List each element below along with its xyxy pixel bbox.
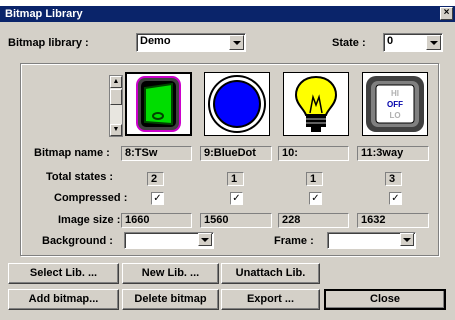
compressed-checkbox[interactable]: ✓ [309, 192, 322, 205]
scroll-thumb[interactable] [110, 89, 122, 105]
compressed-checkbox[interactable]: ✓ [230, 192, 243, 205]
delete-bitmap-button[interactable]: Delete bitmap [122, 289, 219, 310]
compressed-checkbox[interactable]: ✓ [389, 192, 402, 205]
toggle-switch-icon [136, 76, 181, 132]
light-bulb-icon [294, 75, 338, 132]
scroll-down-icon[interactable]: ▼ [110, 124, 122, 136]
image-size-label: Image size : [58, 214, 121, 226]
frame-color-select[interactable] [327, 232, 416, 249]
export-button[interactable]: Export ... [221, 289, 320, 310]
three-way-switch-icon: HI OFF LO [366, 76, 424, 132]
new-lib-button[interactable]: New Lib. ... [122, 263, 219, 284]
chevron-down-icon[interactable] [229, 35, 244, 50]
image-size-value: 228 [278, 213, 349, 228]
compressed-label: Compressed : [54, 192, 128, 204]
background-color-select[interactable] [124, 232, 214, 249]
library-label: Bitmap library : [8, 37, 89, 49]
unattach-lib-button[interactable]: Unattach Lib. [221, 263, 320, 284]
chevron-down-icon[interactable] [426, 35, 441, 50]
compressed-checkbox[interactable]: ✓ [151, 192, 164, 205]
close-button[interactable]: Close [324, 289, 446, 310]
bitmap-name-field: 8:TSw [121, 146, 192, 161]
close-icon[interactable]: × [440, 7, 453, 20]
frame-label: Frame : [274, 235, 314, 247]
state-select[interactable]: 0 [383, 33, 443, 52]
three-way-label-off: OFF [387, 100, 403, 109]
three-way-label-hi: HI [391, 89, 399, 98]
add-bitmap-button[interactable]: Add bitmap... [8, 289, 119, 310]
bitmap-name-label: Bitmap name : [34, 147, 110, 159]
bitmap-thumb-blue-dot[interactable] [204, 72, 270, 136]
bitmap-thumb-toggle-switch[interactable] [125, 72, 192, 136]
total-states-value: 1 [306, 172, 323, 186]
three-way-label-lo: LO [389, 111, 400, 120]
bitmap-name-field: 11:3way [357, 146, 429, 161]
select-lib-button[interactable]: Select Lib. ... [8, 263, 119, 284]
image-size-value: 1560 [200, 213, 272, 228]
chevron-down-icon[interactable] [198, 233, 212, 246]
total-states-value: 2 [147, 172, 164, 186]
background-label: Background : [42, 235, 113, 247]
blue-dot-icon [208, 75, 266, 133]
total-states-value: 3 [385, 172, 402, 186]
bitmap-thumb-three-way-switch[interactable]: HI OFF LO [362, 72, 428, 136]
state-label: State : [332, 37, 366, 49]
bitmap-name-field: 9:BlueDot [200, 146, 272, 161]
image-size-value: 1632 [357, 213, 429, 228]
chevron-down-icon[interactable] [400, 233, 414, 246]
bitmap-name-field: 10: [278, 146, 349, 161]
window-title: Bitmap Library [0, 6, 455, 22]
scroll-up-icon[interactable]: ▲ [110, 76, 122, 88]
total-states-value: 1 [227, 172, 244, 186]
bitmap-scrollbar[interactable]: ▲ ▼ [109, 75, 123, 137]
library-select[interactable]: Demo [136, 33, 246, 52]
image-size-value: 1660 [121, 213, 192, 228]
bitmap-thumb-light-bulb[interactable] [283, 72, 349, 136]
total-states-label: Total states : [46, 171, 114, 183]
